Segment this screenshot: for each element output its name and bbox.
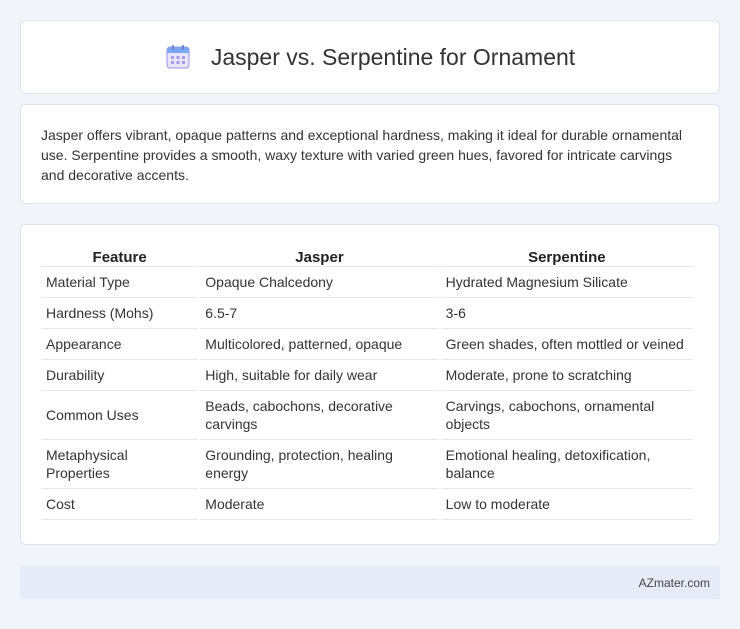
header-jasper: Jasper <box>200 245 439 267</box>
row-feature: Material Type <box>41 267 199 298</box>
row-feature: Durability <box>41 360 199 391</box>
footer-site-link[interactable]: AZmater.com <box>639 576 710 590</box>
table-row: Common Uses Beads, cabochons, decorative… <box>41 391 693 440</box>
row-jasper: Beads, cabochons, decorative carvings <box>200 391 439 440</box>
table-row: Hardness (Mohs) 6.5-7 3-6 <box>41 298 693 329</box>
table-header-row: Feature Jasper Serpentine <box>41 245 693 267</box>
page-title: Jasper vs. Serpentine for Ornament <box>210 43 576 70</box>
calendar-icon <box>165 44 191 70</box>
row-feature: Cost <box>41 489 199 520</box>
table-row: Durability High, suitable for daily wear… <box>41 360 693 391</box>
title-wrap: Jasper vs. Serpentine for Ornament <box>165 44 575 71</box>
comparison-table: Feature Jasper Serpentine Material Type … <box>39 245 695 520</box>
row-serpentine: Hydrated Magnesium Silicate <box>440 267 693 298</box>
row-serpentine: Green shades, often mottled or veined <box>440 329 693 360</box>
row-feature: Common Uses <box>41 391 199 440</box>
row-serpentine: Carvings, cabochons, ornamental objects <box>440 391 693 440</box>
header-feature: Feature <box>41 245 199 267</box>
row-serpentine: 3-6 <box>440 298 693 329</box>
table-row: Appearance Multicolored, patterned, opaq… <box>41 329 693 360</box>
row-jasper: Multicolored, patterned, opaque <box>200 329 439 360</box>
row-feature: Appearance <box>41 329 199 360</box>
table-row: Cost Moderate Low to moderate <box>41 489 693 520</box>
table-row: Material Type Opaque Chalcedony Hydrated… <box>41 267 693 298</box>
summary-text: Jasper offers vibrant, opaque patterns a… <box>41 127 683 183</box>
row-feature: Metaphysical Properties <box>41 440 199 489</box>
row-serpentine: Emotional healing, detoxification, balan… <box>440 440 693 489</box>
header-card: Jasper vs. Serpentine for Ornament <box>20 20 720 94</box>
header-serpentine: Serpentine <box>440 245 693 267</box>
comparison-table-card: Feature Jasper Serpentine Material Type … <box>20 224 720 545</box>
row-jasper: Opaque Chalcedony <box>200 267 439 298</box>
row-jasper: High, suitable for daily wear <box>200 360 439 391</box>
row-jasper: Moderate <box>200 489 439 520</box>
row-serpentine: Moderate, prone to scratching <box>440 360 693 391</box>
footer-bar: AZmater.com <box>20 566 720 599</box>
row-serpentine: Low to moderate <box>440 489 693 520</box>
row-jasper: Grounding, protection, healing energy <box>200 440 439 489</box>
summary-card: Jasper offers vibrant, opaque patterns a… <box>20 104 720 204</box>
row-feature: Hardness (Mohs) <box>41 298 199 329</box>
row-jasper: 6.5-7 <box>200 298 439 329</box>
table-row: Metaphysical Properties Grounding, prote… <box>41 440 693 489</box>
